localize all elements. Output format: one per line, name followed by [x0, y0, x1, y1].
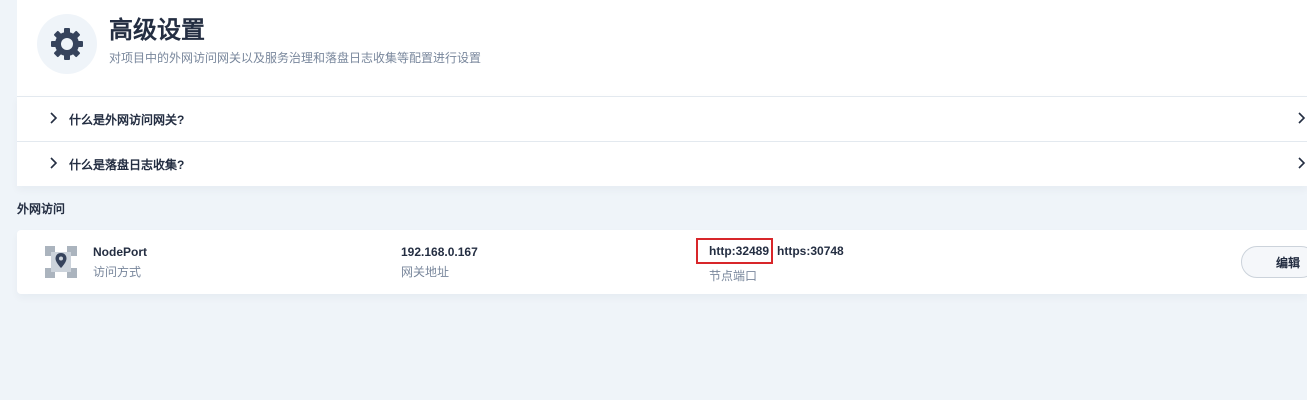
- node-port-label: 节点端口: [709, 269, 758, 283]
- gateway-card: NodePort 访问方式 192.168.0.167 网关地址 http:32…: [17, 230, 1307, 294]
- node-port-field: http:32489 https:30748 节点端口: [696, 238, 844, 284]
- faq-label: 什么是落盘日志收集?: [69, 157, 185, 172]
- chevron-right-icon: [50, 157, 58, 169]
- gateway-address-value: 192.168.0.167: [401, 245, 478, 259]
- edit-button[interactable]: 编辑: [1241, 246, 1307, 278]
- access-mode-field: NodePort 访问方式: [93, 244, 147, 280]
- node-port-values: http:32489 https:30748: [696, 238, 844, 264]
- gear-icon: [51, 28, 83, 60]
- access-mode-value: NodePort: [93, 245, 147, 259]
- page-title: 高级设置: [109, 17, 205, 44]
- http-port: http:32489: [696, 238, 774, 264]
- faq-item-log-collection[interactable]: 什么是落盘日志收集?: [17, 141, 1307, 186]
- chevron-right-icon: [1298, 112, 1306, 124]
- faq-panel: 什么是外网访问网关? 什么是落盘日志收集?: [17, 96, 1307, 186]
- page-header: 高级设置 对项目中的外网访问网关以及服务治理和落盘日志收集等配置进行设置: [17, 0, 1307, 96]
- gateway-address-field: 192.168.0.167 网关地址: [401, 244, 478, 280]
- chevron-right-icon: [50, 112, 58, 124]
- page-description: 对项目中的外网访问网关以及服务治理和落盘日志收集等配置进行设置: [109, 51, 482, 65]
- chevron-right-icon: [1298, 157, 1306, 169]
- header-icon-container: [37, 14, 97, 74]
- gateway-address-label: 网关地址: [401, 265, 450, 279]
- https-port: https:30748: [777, 244, 844, 258]
- section-title: 外网访问: [17, 202, 66, 216]
- faq-label: 什么是外网访问网关?: [69, 112, 185, 127]
- access-mode-label: 访问方式: [93, 265, 142, 279]
- faq-item-gateway[interactable]: 什么是外网访问网关?: [17, 97, 1307, 141]
- gateway-icon: [45, 246, 77, 278]
- advanced-settings-page: 高级设置 对项目中的外网访问网关以及服务治理和落盘日志收集等配置进行设置 什么是…: [0, 0, 1307, 400]
